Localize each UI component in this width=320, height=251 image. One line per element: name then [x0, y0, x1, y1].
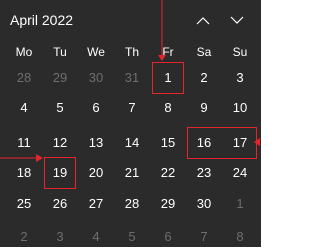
day-cell[interactable]: 14: [114, 128, 150, 157]
day-cell[interactable]: 29: [42, 63, 78, 92]
day-cell[interactable]: 24: [222, 158, 258, 187]
day-cell[interactable]: 8: [150, 93, 186, 122]
chevron-up-icon: [196, 16, 210, 24]
previous-month-button[interactable]: [191, 9, 215, 31]
week-row: 4 5 6 7 8 9 10: [0, 93, 261, 122]
day-cell[interactable]: 5: [42, 93, 78, 122]
day-cell[interactable]: 18: [6, 158, 42, 187]
day-cell[interactable]: 2: [186, 63, 222, 92]
week-row: 18 19 20 21 22 23 24: [0, 158, 261, 187]
day-cell[interactable]: 12: [42, 128, 78, 157]
day-cell[interactable]: 30: [78, 63, 114, 92]
calendar-flyout: April 2022 Mo Tu We Th Fr Sa Su 28 29 30 31…: [0, 0, 261, 247]
day-cell[interactable]: 4: [6, 93, 42, 122]
month-title[interactable]: April 2022: [10, 12, 73, 28]
weekday-label: Fr: [162, 44, 174, 59]
weekday-header-row: Mo Tu We Th Fr Sa Su: [0, 37, 261, 66]
week-row: 28 29 30 31 1 2 3: [0, 63, 261, 92]
day-cell[interactable]: 25: [6, 189, 42, 218]
day-cell[interactable]: 7: [114, 93, 150, 122]
calendar-header: April 2022: [0, 0, 261, 40]
day-cell[interactable]: 1: [222, 189, 258, 218]
day-cell[interactable]: 23: [186, 158, 222, 187]
weekday-label: Tu: [53, 44, 67, 59]
day-cell[interactable]: 22: [150, 158, 186, 187]
day-cell[interactable]: 3: [222, 63, 258, 92]
day-cell[interactable]: 1: [150, 63, 186, 92]
day-cell[interactable]: 28: [114, 189, 150, 218]
day-cell[interactable]: 29: [150, 189, 186, 218]
day-cell[interactable]: 16: [186, 128, 222, 157]
weekday-label: Th: [124, 44, 139, 59]
weekday-label: Su: [232, 44, 248, 59]
day-cell[interactable]: 21: [114, 158, 150, 187]
day-cell[interactable]: 26: [42, 189, 78, 218]
day-cell[interactable]: 9: [186, 93, 222, 122]
weekday-label: We: [87, 44, 105, 59]
day-cell[interactable]: 6: [78, 93, 114, 122]
day-cell[interactable]: 15: [150, 128, 186, 157]
day-cell[interactable]: 19: [42, 158, 78, 187]
day-cell[interactable]: 10: [222, 93, 258, 122]
week-row: 11 12 13 14 15 16 17: [0, 128, 261, 157]
day-cell[interactable]: 30: [186, 189, 222, 218]
day-cell[interactable]: 20: [78, 158, 114, 187]
day-cell[interactable]: 31: [114, 63, 150, 92]
day-cell[interactable]: 27: [78, 189, 114, 218]
week-row: 25 26 27 28 29 30 1: [0, 189, 261, 218]
day-cell[interactable]: 13: [78, 128, 114, 157]
chevron-down-icon: [230, 16, 244, 24]
weekday-label: Mo: [15, 44, 33, 59]
day-cell[interactable]: 17: [222, 128, 258, 157]
weekday-label: Sa: [196, 44, 212, 59]
day-cell[interactable]: 11: [6, 128, 42, 157]
next-month-button[interactable]: [225, 9, 249, 31]
day-cell[interactable]: 28: [6, 63, 42, 92]
